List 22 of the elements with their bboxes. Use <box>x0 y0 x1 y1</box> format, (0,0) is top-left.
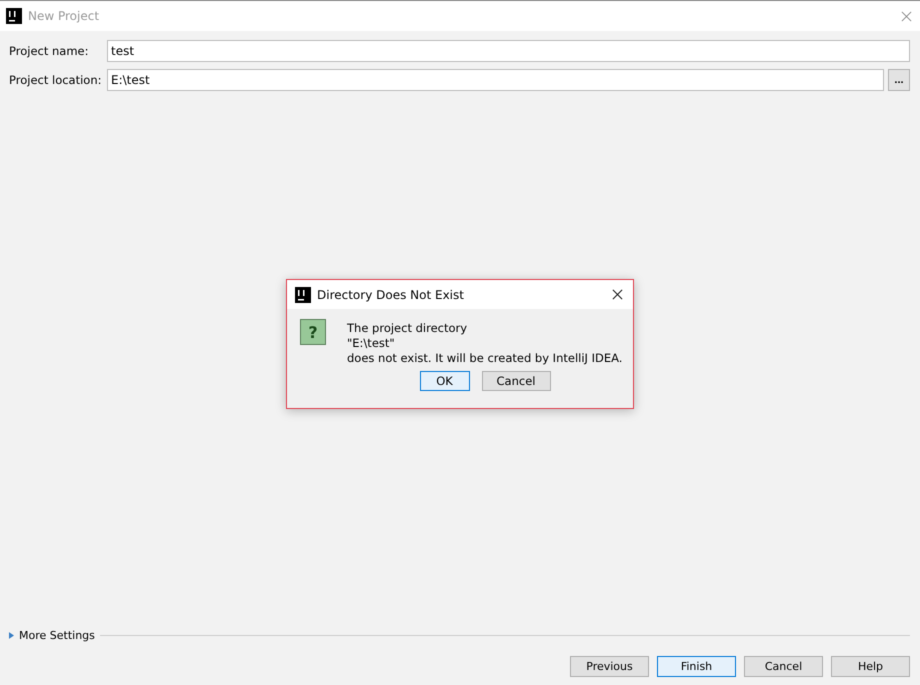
dialog-button[interactable]: Previous <box>570 656 649 677</box>
message-text: "E:\test" <box>347 336 396 351</box>
dialog-button[interactable]: Finish <box>657 656 736 677</box>
dialog-button[interactable]: Cancel <box>744 656 823 677</box>
message-text: The project directory <box>347 321 468 336</box>
dialog-button[interactable]: OK <box>420 371 470 391</box>
message-text: does not exist. It will be created by IntelliJ IDEA. <box>347 351 622 366</box>
field-label: Project name: <box>9 44 90 58</box>
field-label: Project location: <box>9 73 103 87</box>
text-field[interactable]: E:\test <box>107 69 884 91</box>
app-logo-icon <box>295 286 311 302</box>
expand-arrow-icon[interactable] <box>9 632 14 639</box>
question-icon: ? <box>300 319 326 345</box>
close-icon[interactable] <box>612 289 623 300</box>
more-settings-toggle[interactable]: More Settings <box>19 629 95 642</box>
browse-button[interactable]: ... <box>888 69 910 91</box>
dialog-button[interactable]: Help <box>831 656 910 677</box>
text-field[interactable]: test <box>107 40 910 62</box>
window-title: New Project <box>28 9 100 23</box>
dialog-title: Directory Does Not Exist <box>317 288 464 302</box>
app-logo-icon <box>6 8 22 24</box>
dialog-button[interactable]: Cancel <box>482 371 550 391</box>
